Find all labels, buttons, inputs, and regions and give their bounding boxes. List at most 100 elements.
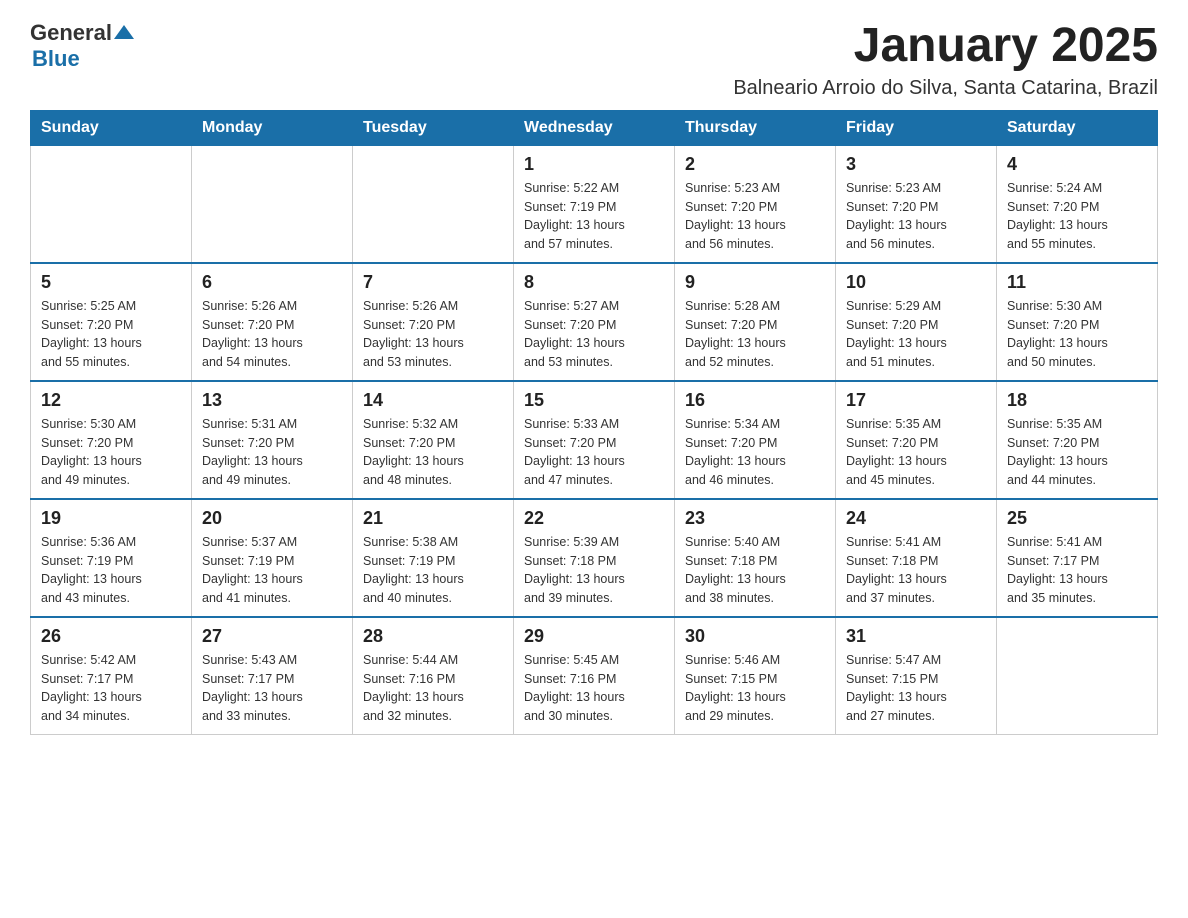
- day-info: Sunrise: 5:32 AM Sunset: 7:20 PM Dayligh…: [363, 415, 503, 490]
- day-info: Sunrise: 5:23 AM Sunset: 7:20 PM Dayligh…: [685, 179, 825, 254]
- day-number: 27: [202, 626, 342, 647]
- table-row: 22 Sunrise: 5:39 AM Sunset: 7:18 PM Dayli…: [514, 499, 675, 617]
- table-row: 6 Sunrise: 5:26 AM Sunset: 7:20 PM Daylig…: [192, 263, 353, 381]
- table-row: 17 Sunrise: 5:35 AM Sunset: 7:20 PM Dayli…: [836, 381, 997, 499]
- logo-blue-text: Blue: [32, 46, 80, 72]
- day-number: 29: [524, 626, 664, 647]
- day-info: Sunrise: 5:34 AM Sunset: 7:20 PM Dayligh…: [685, 415, 825, 490]
- table-row: 26 Sunrise: 5:42 AM Sunset: 7:17 PM Dayli…: [31, 617, 192, 735]
- header-saturday: Saturday: [997, 110, 1158, 145]
- location-subtitle: Balneario Arroio do Silva, Santa Catarin…: [733, 77, 1158, 100]
- table-row: 4Sunrise: 5:24 AM Sunset: 7:20 PM Daylig…: [997, 145, 1158, 263]
- day-number: 31: [846, 626, 986, 647]
- day-info: Sunrise: 5:28 AM Sunset: 7:20 PM Dayligh…: [685, 297, 825, 372]
- month-year-title: January 2025: [733, 20, 1158, 73]
- day-number: 8: [524, 272, 664, 293]
- day-info: Sunrise: 5:36 AM Sunset: 7:19 PM Dayligh…: [41, 533, 181, 608]
- table-row: 8 Sunrise: 5:27 AM Sunset: 7:20 PM Daylig…: [514, 263, 675, 381]
- day-info: Sunrise: 5:42 AM Sunset: 7:17 PM Dayligh…: [41, 651, 181, 726]
- logo-general-text: General: [30, 20, 112, 46]
- table-row: 12 Sunrise: 5:30 AM Sunset: 7:20 PM Dayli…: [31, 381, 192, 499]
- title-area: January 2025 Balneario Arroio do Silva, …: [733, 20, 1158, 100]
- day-info: Sunrise: 5:26 AM Sunset: 7:20 PM Dayligh…: [202, 297, 342, 372]
- calendar-header-row: Sunday Monday Tuesday Wednesday Thursday…: [31, 110, 1158, 145]
- day-info: Sunrise: 5:22 AM Sunset: 7:19 PM Dayligh…: [524, 179, 664, 254]
- day-info: Sunrise: 5:46 AM Sunset: 7:15 PM Dayligh…: [685, 651, 825, 726]
- table-row: 29Sunrise: 5:45 AM Sunset: 7:16 PM Dayli…: [514, 617, 675, 735]
- day-number: 25: [1007, 508, 1147, 529]
- day-number: 20: [202, 508, 342, 529]
- calendar-week-row: 5Sunrise: 5:25 AM Sunset: 7:20 PM Daylig…: [31, 263, 1158, 381]
- table-row: [997, 617, 1158, 735]
- day-info: Sunrise: 5:43 AM Sunset: 7:17 PM Dayligh…: [202, 651, 342, 726]
- table-row: 1 Sunrise: 5:22 AM Sunset: 7:19 PM Daylig…: [514, 145, 675, 263]
- day-number: 13: [202, 390, 342, 411]
- table-row: 11 Sunrise: 5:30 AM Sunset: 7:20 PM Dayli…: [997, 263, 1158, 381]
- day-number: 21: [363, 508, 503, 529]
- table-row: 9 Sunrise: 5:28 AM Sunset: 7:20 PM Daylig…: [675, 263, 836, 381]
- table-row: 27 Sunrise: 5:43 AM Sunset: 7:17 PM Dayli…: [192, 617, 353, 735]
- table-row: 14 Sunrise: 5:32 AM Sunset: 7:20 PM Dayli…: [353, 381, 514, 499]
- table-row: 28 Sunrise: 5:44 AM Sunset: 7:16 PM Dayli…: [353, 617, 514, 735]
- day-info: Sunrise: 5:44 AM Sunset: 7:16 PM Dayligh…: [363, 651, 503, 726]
- header-friday: Friday: [836, 110, 997, 145]
- day-number: 1: [524, 154, 664, 175]
- day-number: 2: [685, 154, 825, 175]
- table-row: 7Sunrise: 5:26 AM Sunset: 7:20 PM Daylig…: [353, 263, 514, 381]
- header-thursday: Thursday: [675, 110, 836, 145]
- table-row: [353, 145, 514, 263]
- day-number: 17: [846, 390, 986, 411]
- table-row: 31 Sunrise: 5:47 AM Sunset: 7:15 PM Dayli…: [836, 617, 997, 735]
- day-number: 28: [363, 626, 503, 647]
- day-info: Sunrise: 5:47 AM Sunset: 7:15 PM Dayligh…: [846, 651, 986, 726]
- day-number: 4: [1007, 154, 1147, 175]
- day-number: 12: [41, 390, 181, 411]
- table-row: 19 Sunrise: 5:36 AM Sunset: 7:19 PM Dayli…: [31, 499, 192, 617]
- table-row: 16 Sunrise: 5:34 AM Sunset: 7:20 PM Dayli…: [675, 381, 836, 499]
- day-number: 7: [363, 272, 503, 293]
- table-row: 24Sunrise: 5:41 AM Sunset: 7:18 PM Dayli…: [836, 499, 997, 617]
- day-number: 6: [202, 272, 342, 293]
- day-number: 30: [685, 626, 825, 647]
- table-row: 3Sunrise: 5:23 AM Sunset: 7:20 PM Daylig…: [836, 145, 997, 263]
- day-info: Sunrise: 5:41 AM Sunset: 7:18 PM Dayligh…: [846, 533, 986, 608]
- day-number: 16: [685, 390, 825, 411]
- table-row: 10Sunrise: 5:29 AM Sunset: 7:20 PM Dayli…: [836, 263, 997, 381]
- table-row: 25Sunrise: 5:41 AM Sunset: 7:17 PM Dayli…: [997, 499, 1158, 617]
- day-number: 5: [41, 272, 181, 293]
- table-row: [192, 145, 353, 263]
- day-number: 10: [846, 272, 986, 293]
- page-header: General Blue January 2025 Balneario Arro…: [30, 20, 1158, 100]
- calendar-week-row: 19 Sunrise: 5:36 AM Sunset: 7:19 PM Dayli…: [31, 499, 1158, 617]
- day-info: Sunrise: 5:38 AM Sunset: 7:19 PM Dayligh…: [363, 533, 503, 608]
- header-wednesday: Wednesday: [514, 110, 675, 145]
- day-number: 19: [41, 508, 181, 529]
- table-row: 23Sunrise: 5:40 AM Sunset: 7:18 PM Dayli…: [675, 499, 836, 617]
- day-number: 23: [685, 508, 825, 529]
- day-info: Sunrise: 5:23 AM Sunset: 7:20 PM Dayligh…: [846, 179, 986, 254]
- calendar-week-row: 1 Sunrise: 5:22 AM Sunset: 7:19 PM Daylig…: [31, 145, 1158, 263]
- day-info: Sunrise: 5:31 AM Sunset: 7:20 PM Dayligh…: [202, 415, 342, 490]
- table-row: [31, 145, 192, 263]
- table-row: 15Sunrise: 5:33 AM Sunset: 7:20 PM Dayli…: [514, 381, 675, 499]
- header-tuesday: Tuesday: [353, 110, 514, 145]
- day-number: 22: [524, 508, 664, 529]
- day-number: 11: [1007, 272, 1147, 293]
- table-row: 18Sunrise: 5:35 AM Sunset: 7:20 PM Dayli…: [997, 381, 1158, 499]
- day-info: Sunrise: 5:35 AM Sunset: 7:20 PM Dayligh…: [846, 415, 986, 490]
- day-info: Sunrise: 5:33 AM Sunset: 7:20 PM Dayligh…: [524, 415, 664, 490]
- day-info: Sunrise: 5:27 AM Sunset: 7:20 PM Dayligh…: [524, 297, 664, 372]
- table-row: 21 Sunrise: 5:38 AM Sunset: 7:19 PM Dayli…: [353, 499, 514, 617]
- calendar-week-row: 26 Sunrise: 5:42 AM Sunset: 7:17 PM Dayli…: [31, 617, 1158, 735]
- day-info: Sunrise: 5:30 AM Sunset: 7:20 PM Dayligh…: [41, 415, 181, 490]
- day-info: Sunrise: 5:30 AM Sunset: 7:20 PM Dayligh…: [1007, 297, 1147, 372]
- day-number: 26: [41, 626, 181, 647]
- logo: General Blue: [30, 20, 134, 72]
- day-number: 14: [363, 390, 503, 411]
- table-row: 5Sunrise: 5:25 AM Sunset: 7:20 PM Daylig…: [31, 263, 192, 381]
- day-info: Sunrise: 5:39 AM Sunset: 7:18 PM Dayligh…: [524, 533, 664, 608]
- calendar-table: Sunday Monday Tuesday Wednesday Thursday…: [30, 110, 1158, 735]
- table-row: 2 Sunrise: 5:23 AM Sunset: 7:20 PM Daylig…: [675, 145, 836, 263]
- day-number: 9: [685, 272, 825, 293]
- table-row: 30 Sunrise: 5:46 AM Sunset: 7:15 PM Dayli…: [675, 617, 836, 735]
